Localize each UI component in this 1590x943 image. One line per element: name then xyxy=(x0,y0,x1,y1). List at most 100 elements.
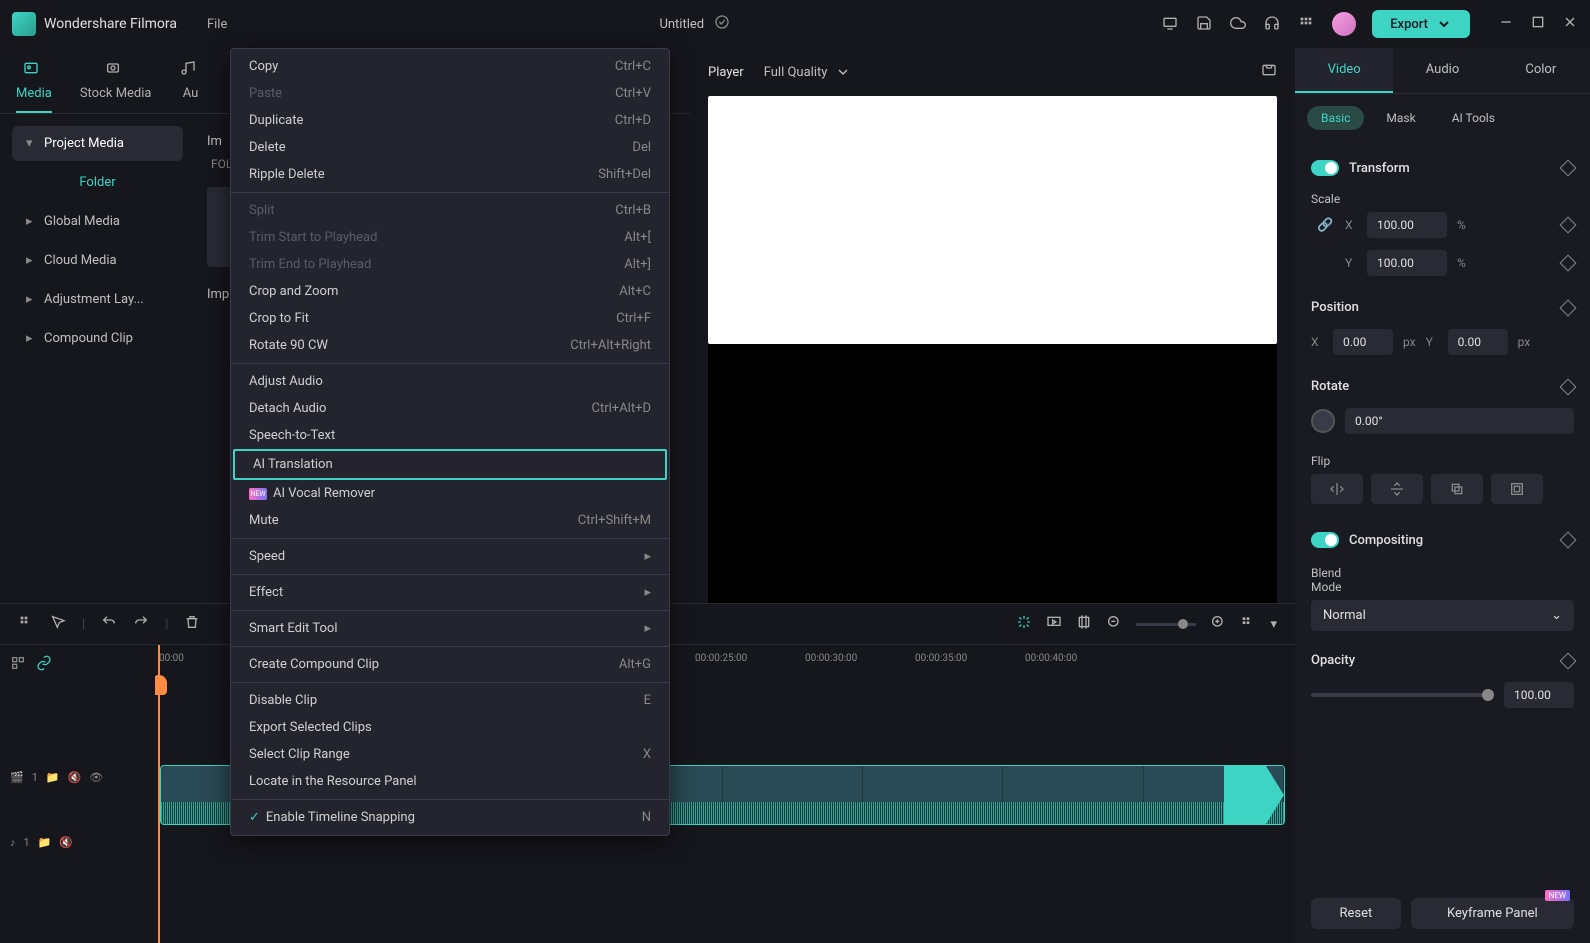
close-icon[interactable] xyxy=(1562,14,1578,34)
link-icon[interactable]: 🔗 xyxy=(1317,218,1335,233)
context-menu-item[interactable]: Export Selected Clips xyxy=(231,714,669,741)
tab-video[interactable]: Video xyxy=(1295,48,1393,93)
flip-fit-btn[interactable] xyxy=(1491,474,1543,504)
link-tracks-icon[interactable] xyxy=(36,655,52,675)
subtab-basic[interactable]: Basic xyxy=(1307,106,1364,130)
timeline-dropdown-icon[interactable]: ▾ xyxy=(1270,617,1277,632)
sidebar-cloud-media[interactable]: ▸Cloud Media xyxy=(12,243,183,278)
context-menu-item[interactable]: Select Clip RangeX xyxy=(231,741,669,768)
flip-copy-btn[interactable] xyxy=(1431,474,1483,504)
tab-audio[interactable]: Audio xyxy=(1393,48,1491,93)
cursor-tool-icon[interactable] xyxy=(50,614,66,634)
delete-icon[interactable] xyxy=(184,614,200,634)
context-menu-item[interactable]: ✓Enable Timeline SnappingN xyxy=(231,804,669,831)
track-folder-icon[interactable]: 📁 xyxy=(46,771,60,784)
zoom-slider[interactable] xyxy=(1136,623,1196,626)
context-menu-item[interactable]: Speed▸ xyxy=(231,543,669,570)
audio-folder-icon[interactable]: 📁 xyxy=(38,836,52,849)
scale-y-input[interactable] xyxy=(1367,250,1447,276)
track-manager-icon[interactable] xyxy=(10,655,26,675)
context-menu-item[interactable]: Locate in the Resource Panel xyxy=(231,768,669,795)
export-button[interactable]: Export xyxy=(1372,10,1470,38)
context-menu-item[interactable]: Ripple DeleteShift+Del xyxy=(231,161,669,188)
redo-button[interactable] xyxy=(133,614,149,634)
scale-x-keyframe[interactable] xyxy=(1560,217,1577,234)
apps-grid-icon[interactable] xyxy=(1298,15,1316,33)
position-x-input[interactable] xyxy=(1333,329,1393,355)
context-menu-item[interactable]: NEWAI Vocal Remover xyxy=(231,480,669,507)
context-menu-item[interactable]: Speech-to-Text xyxy=(231,422,669,449)
playhead[interactable] xyxy=(158,645,160,943)
context-menu-item[interactable]: Crop to FitCtrl+F xyxy=(231,305,669,332)
opacity-input[interactable] xyxy=(1504,682,1574,708)
context-menu-item[interactable]: Crop and ZoomAlt+C xyxy=(231,278,669,305)
auto-ripple-icon[interactable] xyxy=(1016,614,1032,634)
sidebar-compound-clip[interactable]: ▸Compound Clip xyxy=(12,321,183,356)
headphones-icon[interactable] xyxy=(1264,15,1282,33)
rotate-dial[interactable] xyxy=(1311,409,1335,433)
context-menu-item[interactable]: AI Translation xyxy=(233,449,667,480)
preview-render-icon[interactable] xyxy=(1046,614,1062,634)
maximize-icon[interactable] xyxy=(1530,14,1546,34)
tl-options-icon[interactable] xyxy=(18,614,34,634)
audio-track-icon[interactable]: ♪ xyxy=(10,836,16,849)
tab-media[interactable]: Media xyxy=(16,60,52,113)
undo-button[interactable] xyxy=(101,614,117,634)
quality-select[interactable]: Full Quality xyxy=(764,64,852,80)
compositing-keyframe[interactable] xyxy=(1560,532,1577,549)
context-menu-item[interactable]: MuteCtrl+Shift+M xyxy=(231,507,669,534)
playhead-head[interactable] xyxy=(155,675,167,695)
context-menu-item[interactable]: DeleteDel xyxy=(231,134,669,161)
sidebar-folder[interactable]: Folder xyxy=(12,165,183,200)
save-icon[interactable] xyxy=(1196,15,1214,33)
rotate-input[interactable] xyxy=(1345,408,1574,434)
keyframe-diamond-icon[interactable] xyxy=(1560,160,1577,177)
subtab-mask[interactable]: Mask xyxy=(1372,106,1429,130)
transform-toggle[interactable] xyxy=(1311,160,1339,176)
sidebar-global-media[interactable]: ▸Global Media xyxy=(12,204,183,239)
compositing-toggle[interactable] xyxy=(1311,532,1339,548)
track-eye-icon[interactable]: 👁 xyxy=(89,771,103,784)
rotate-keyframe[interactable] xyxy=(1560,378,1577,395)
audio-mute-icon[interactable]: 🔇 xyxy=(59,836,73,849)
cloud-icon[interactable] xyxy=(1230,15,1248,33)
scale-x-input[interactable] xyxy=(1367,212,1447,238)
video-track-icon[interactable]: 🎬 xyxy=(10,771,24,784)
tab-stock-media[interactable]: Stock Media xyxy=(80,60,152,113)
tab-audio[interactable]: Au xyxy=(180,60,202,113)
sidebar-project-media[interactable]: ▾Project Media xyxy=(12,126,183,161)
reset-button[interactable]: Reset xyxy=(1311,898,1401,929)
context-menu-item[interactable]: DuplicateCtrl+D xyxy=(231,107,669,134)
flip-horizontal-btn[interactable] xyxy=(1311,474,1363,504)
keyframe-panel-button[interactable]: Keyframe Panel NEW xyxy=(1411,898,1574,929)
opacity-keyframe[interactable] xyxy=(1560,652,1577,669)
context-menu-item[interactable]: Smart Edit Tool▸ xyxy=(231,615,669,642)
crop-icon[interactable] xyxy=(1076,614,1092,634)
track-mute-icon[interactable]: 🔇 xyxy=(68,771,82,784)
monitor-icon[interactable] xyxy=(1162,15,1180,33)
context-menu-item[interactable]: Detach AudioCtrl+Alt+D xyxy=(231,395,669,422)
scale-y-keyframe[interactable] xyxy=(1560,255,1577,272)
context-menu-item[interactable]: Effect▸ xyxy=(231,579,669,606)
blend-mode-select[interactable]: Normal ⌄ xyxy=(1311,600,1574,631)
context-menu-item[interactable]: Create Compound ClipAlt+G xyxy=(231,651,669,678)
player-canvas[interactable] xyxy=(708,96,1277,344)
tab-color[interactable]: Color xyxy=(1492,48,1590,93)
snapshot-icon[interactable] xyxy=(1261,62,1277,82)
position-y-input[interactable] xyxy=(1448,329,1508,355)
context-menu-item[interactable]: CopyCtrl+C xyxy=(231,53,669,80)
timeline-view-icon[interactable] xyxy=(1240,614,1256,634)
user-avatar[interactable] xyxy=(1332,12,1356,36)
zoom-in-icon[interactable] xyxy=(1210,614,1226,634)
context-menu-item[interactable]: Adjust Audio xyxy=(231,368,669,395)
opacity-slider[interactable] xyxy=(1311,693,1494,697)
zoom-out-icon[interactable] xyxy=(1106,614,1122,634)
sidebar-adjustment-layer[interactable]: ▸Adjustment Lay... xyxy=(12,282,183,317)
menu-file[interactable]: File xyxy=(207,17,227,32)
minimize-icon[interactable] xyxy=(1498,14,1514,34)
context-menu-item[interactable]: Disable ClipE xyxy=(231,687,669,714)
subtab-ai-tools[interactable]: AI Tools xyxy=(1438,106,1509,130)
context-menu-item[interactable]: Rotate 90 CWCtrl+Alt+Right xyxy=(231,332,669,359)
flip-vertical-btn[interactable] xyxy=(1371,474,1423,504)
position-keyframe[interactable] xyxy=(1560,299,1577,316)
